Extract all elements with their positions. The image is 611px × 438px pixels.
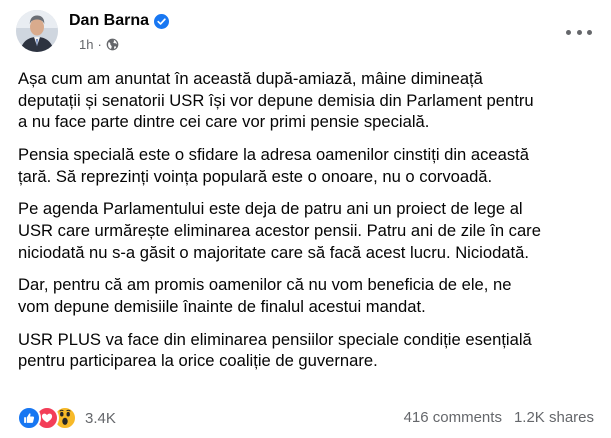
- author-name[interactable]: Dan Barna: [69, 12, 149, 30]
- post-options-more-icon[interactable]: [566, 26, 592, 38]
- engagement-stats: 416 comments 1.2K shares: [404, 409, 594, 426]
- post-timestamp[interactable]: 1h: [79, 37, 93, 52]
- shares-count-link[interactable]: 1.2K shares: [514, 409, 594, 426]
- reaction-count: 3.4K: [85, 409, 116, 427]
- post-paragraph: Dar, pentru că am promis oamenilor că nu…: [18, 275, 512, 316]
- verified-badge-icon: [154, 13, 170, 29]
- public-audience-globe-icon[interactable]: [106, 38, 119, 51]
- post-paragraph: USR PLUS va face din eliminarea pensiilo…: [18, 329, 532, 371]
- meta-separator: ·: [97, 37, 102, 52]
- author-avatar[interactable]: [16, 10, 58, 52]
- post-text: Așa cum am anuntat în această după-amiaz…: [18, 68, 598, 383]
- avatar-photo: [16, 10, 58, 52]
- post-paragraph: Pe agenda Parlamentului este deja de pat…: [18, 199, 541, 262]
- post-paragraph: Așa cum am anuntat în această după-amiaz…: [18, 69, 534, 132]
- facebook-post: Dan Barna 1h · Așa cum am anuntat în ace…: [0, 0, 611, 438]
- reactions-summary[interactable]: 3.4K: [17, 406, 116, 430]
- like-icon: [17, 406, 41, 430]
- comments-count-link[interactable]: 416 comments: [404, 409, 502, 426]
- post-paragraph: Pensia specială este o sfidare la adresa…: [18, 144, 530, 186]
